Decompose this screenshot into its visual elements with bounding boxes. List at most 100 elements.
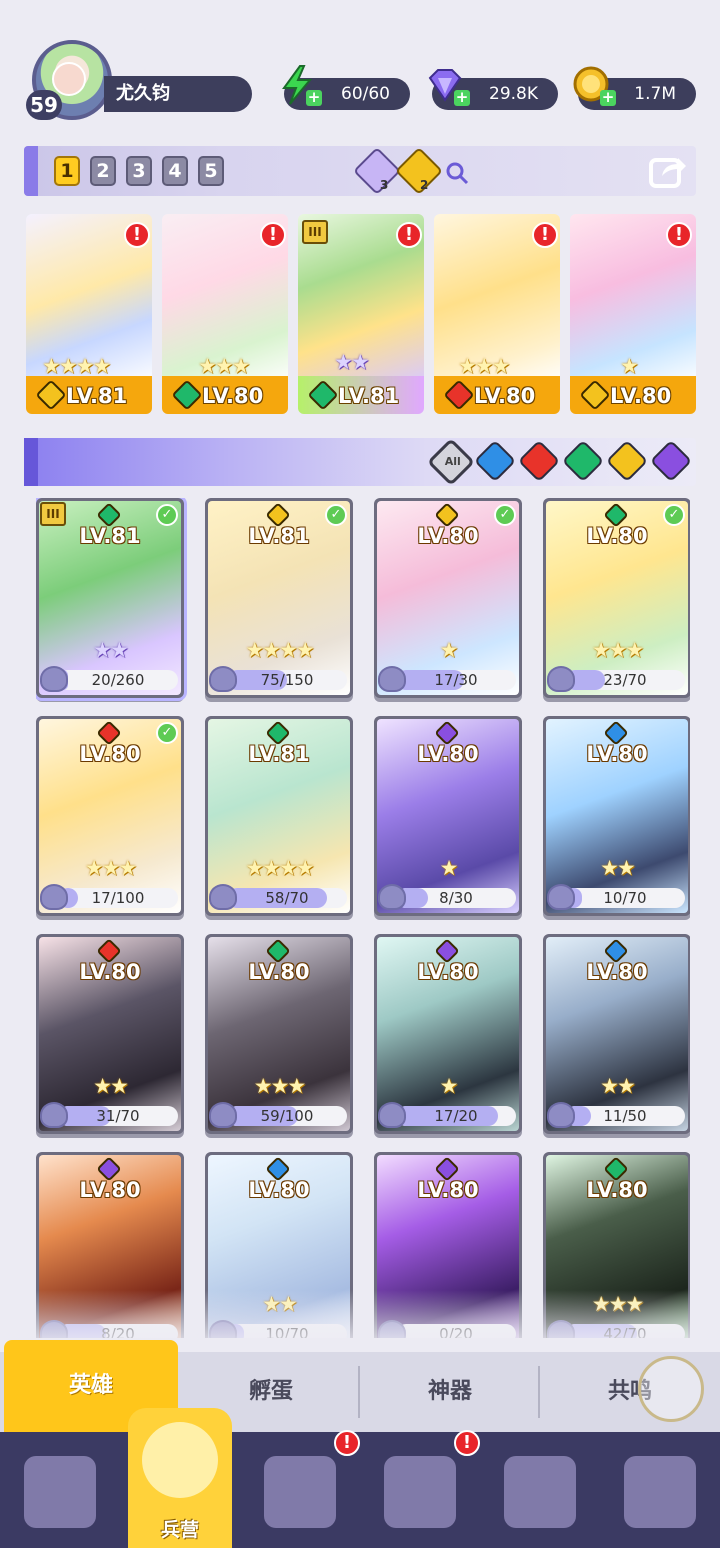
hero-level: LV.81 [248,524,310,548]
light-count: 2 [420,178,429,192]
shard-count: 31/70 [96,1107,140,1125]
lineup-stars: ★ [620,354,639,378]
nav-castle[interactable]: ! [360,1430,480,1548]
sub-tab-bar: 英雄 孵蛋 神器 共鸣 [0,1340,720,1432]
filter-nature-icon[interactable] [561,439,605,483]
hero-card[interactable]: LV.80 ✓ ★★★ 17/100 [36,716,184,916]
hero-stars: ★★ [600,856,636,880]
nav-guild[interactable] [600,1432,720,1548]
shard-progress: 8/30 [378,884,518,910]
share-icon[interactable] [648,152,688,190]
floating-assist-icon[interactable] [638,1356,704,1422]
hero-level: LV.80 [417,742,479,766]
tab-artifact[interactable]: 神器 [362,1352,538,1432]
energy-add-icon[interactable]: + [306,90,322,106]
shard-count: 10/70 [603,889,647,907]
lineup-level: LV.81 [66,384,128,408]
hero-card[interactable]: LV.80 ★ 17/20 [374,934,522,1134]
bottom-nav: 兵营 ! ! [0,1408,720,1548]
team-selector-bar: 1 2 3 4 5 3 2 [24,146,696,196]
in-team-check-icon: ✓ [663,504,685,526]
team-tab-4[interactable]: 4 [162,156,188,186]
shard-count: 75/150 [260,671,314,689]
in-team-check-icon: ✓ [494,504,516,526]
filter-dark-icon[interactable] [649,439,693,483]
team-tab-1[interactable]: 1 [54,156,80,186]
team-tab-3[interactable]: 3 [126,156,152,186]
shard-progress: 31/70 [40,1102,180,1128]
lineup-stars: ★★ [334,350,370,374]
hero-stars: ★ [439,638,459,662]
hero-card[interactable]: LV.80 ★ 8/30 [374,716,522,916]
hero-level: LV.80 [586,960,648,984]
hero-level: LV.80 [417,960,479,984]
coin-add-icon[interactable]: + [600,90,616,106]
hero-stars: ★★★★ [245,638,314,662]
alert-icon: ! [532,222,558,248]
element-filter-bar: All [24,437,696,487]
lineup-slot-4[interactable]: ★★★ LV.80 ! [434,214,560,414]
tab-divider [358,1366,360,1418]
hero-level: LV.81 [248,742,310,766]
filter-fire-icon[interactable] [517,439,561,483]
shard-count: 17/20 [434,1107,478,1125]
gem-counter[interactable]: + 29.8K [428,69,558,110]
hero-card[interactable]: LV.80 ★★ 31/70 [36,934,184,1134]
hero-grid: LV.81 III ✓ ★★ 20/260 LV.81 ✓ ★★★★ 75/150 LV.80 ✓ ★… [36,498,690,1338]
teambar-accent [24,146,38,196]
hero-card[interactable]: LV.80 ✓ ★ 17/30 [374,498,522,698]
hero-card[interactable]: LV.81 ★★★★ 58/70 [205,716,353,916]
hero-stars: ★★★ [253,1074,306,1098]
filter-light-icon[interactable] [605,439,649,483]
hero-stars: ★★ [600,1074,636,1098]
filter-water-icon[interactable] [473,439,517,483]
lineup-stars: ★★★ [198,354,251,378]
nav-map[interactable]: ! [240,1430,360,1548]
nav-barracks[interactable]: 兵营 [120,1408,240,1548]
alert-icon: ! [454,1430,480,1456]
shard-progress: 17/100 [40,884,180,910]
filterbar-accent [24,438,38,486]
hero-stars: ★★★ [591,638,644,662]
hero-card[interactable]: LV.81 ✓ ★★★★ 75/150 [205,498,353,698]
hero-card[interactable]: LV.80 ★★★ 59/100 [205,934,353,1134]
shard-progress: 17/30 [378,666,518,692]
energy-value: 60/60 [341,84,390,104]
hero-card[interactable]: LV.80 ★★ 11/50 [543,934,690,1134]
lineup-slot-1[interactable]: ★★★★ LV.81 ! [26,214,152,414]
filter-all-button[interactable]: All [426,437,476,487]
shard-progress: 11/50 [547,1102,687,1128]
barracks-icon [142,1422,218,1498]
shard-count: 59/100 [260,1107,314,1125]
hero-card[interactable]: LV.81 III ✓ ★★ 20/260 [36,498,184,698]
search-icon[interactable] [444,160,470,186]
lineup-slot-3[interactable]: ★★ LV.81 III ! [298,214,424,414]
hero-stars: ★ [439,1074,459,1098]
player-avatar[interactable]: 59 [26,38,116,124]
energy-counter[interactable]: + 60/60 [282,65,410,110]
shard-progress: 59/100 [209,1102,349,1128]
mushroom-icon [504,1456,576,1528]
shard-count: 11/50 [603,1107,647,1125]
nav-mushroom[interactable] [480,1432,600,1548]
castle-icon [384,1456,456,1528]
gem-add-icon[interactable]: + [454,90,470,106]
alert-icon: ! [334,1430,360,1456]
dark-count: 3 [380,178,389,192]
hero-level: LV.80 [79,1178,141,1202]
team-tab-2[interactable]: 2 [90,156,116,186]
hero-card[interactable]: LV.80 ★★ 10/70 [543,716,690,916]
lineup-slot-5[interactable]: ★ LV.80 ! [570,214,696,414]
hero-card[interactable]: LV.80 ✓ ★★★ 23/70 [543,498,690,698]
hero-level: LV.80 [586,1178,648,1202]
shard-count: 20/260 [91,671,145,689]
map-icon [264,1456,336,1528]
nav-cards[interactable] [0,1432,120,1548]
light-element-icon [394,146,444,196]
hero-level: LV.81 [79,524,141,548]
lineup-slot-2[interactable]: ★★★ LV.80 ! [162,214,288,414]
shard-progress: 17/20 [378,1102,518,1128]
coin-counter[interactable]: + 1.7M [573,66,696,110]
team-tab-5[interactable]: 5 [198,156,224,186]
hero-level: LV.80 [586,524,648,548]
